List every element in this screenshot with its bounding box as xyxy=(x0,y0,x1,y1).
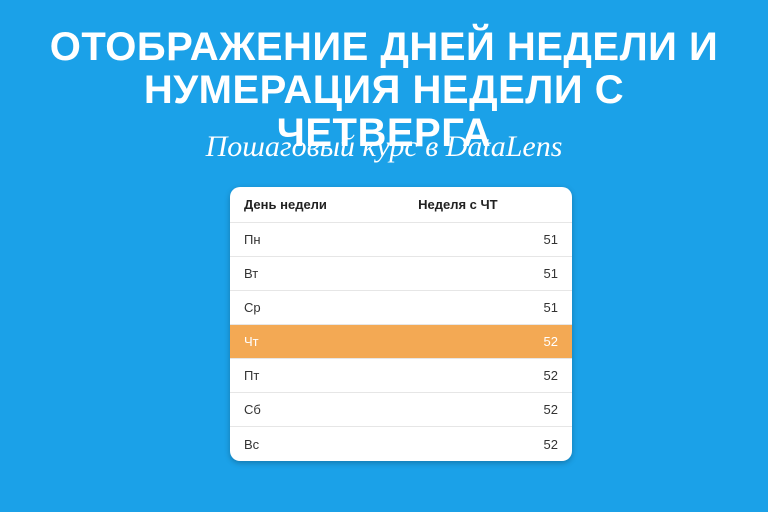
table-row-highlighted: Чт 52 xyxy=(230,325,572,359)
table-row: Пн 51 xyxy=(230,223,572,257)
cell-day: Чт xyxy=(230,334,418,349)
cell-day: Вс xyxy=(230,437,418,452)
table-row: Вт 51 xyxy=(230,257,572,291)
table-header-row: День недели Неделя с ЧТ xyxy=(230,187,572,223)
cell-day: Сб xyxy=(230,402,418,417)
page-subtitle: Пошаговый курс в DataLens xyxy=(34,130,734,164)
column-header-day: День недели xyxy=(230,197,418,212)
column-header-week: Неделя с ЧТ xyxy=(418,197,572,212)
cell-week: 51 xyxy=(418,232,572,247)
cell-day: Пт xyxy=(230,368,418,383)
cell-week: 52 xyxy=(418,402,572,417)
cell-week: 51 xyxy=(418,300,572,315)
cell-day: Пн xyxy=(230,232,418,247)
weekday-table: День недели Неделя с ЧТ Пн 51 Вт 51 Ср 5… xyxy=(230,187,572,461)
table-row: Ср 51 xyxy=(230,291,572,325)
cell-week: 51 xyxy=(418,266,572,281)
table-row: Вс 52 xyxy=(230,427,572,461)
table-row: Сб 52 xyxy=(230,393,572,427)
table-row: Пт 52 xyxy=(230,359,572,393)
cell-week: 52 xyxy=(418,368,572,383)
cell-week: 52 xyxy=(418,437,572,452)
cell-day: Ср xyxy=(230,300,418,315)
cell-day: Вт xyxy=(230,266,418,281)
cell-week: 52 xyxy=(418,334,572,349)
